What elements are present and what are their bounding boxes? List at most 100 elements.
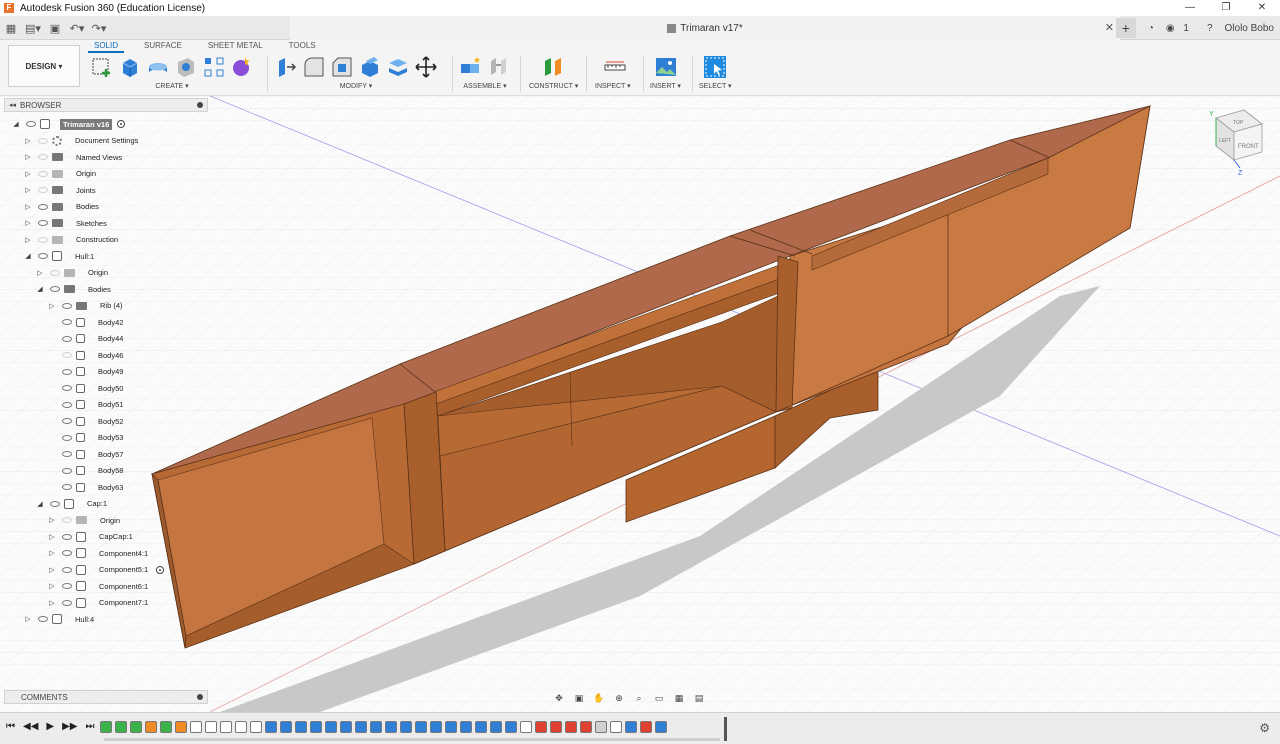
expand-triangle-icon[interactable]: ▷ [48,599,56,607]
select-tool-icon[interactable] [703,55,727,79]
visibility-eye-icon[interactable] [62,484,72,490]
visibility-eye-icon[interactable] [50,286,60,292]
assemble-menu[interactable]: ASSEMBLE ▾ [459,82,511,90]
expand-triangle-icon[interactable]: ▷ [24,615,32,623]
browser-header[interactable]: ◂◂ BROWSER [4,98,208,112]
timeline-feature-icon[interactable] [250,721,262,733]
browser-item[interactable]: ◢ Cap:1 [36,496,110,512]
visibility-eye-icon[interactable] [62,418,72,424]
insert-image-icon[interactable] [654,55,678,79]
visibility-eye-icon[interactable] [38,253,48,259]
comments-panel[interactable]: COMMENTS [4,690,208,704]
expand-triangle-icon[interactable]: ▷ [24,203,32,211]
browser-item[interactable]: ▷ Named Views [24,149,125,165]
job-status-icon[interactable]: ◔ [1148,23,1154,34]
inspect-menu[interactable]: INSPECT ▾ [595,82,631,90]
timeline-prev-icon[interactable]: ◀◀ [23,721,38,732]
expand-triangle-icon[interactable]: ▷ [48,582,56,590]
visibility-eye-icon[interactable] [62,319,72,325]
expand-triangle-icon[interactable]: ▷ [24,236,32,244]
maximize-button[interactable]: ❐ [1208,0,1244,16]
visibility-eye-icon[interactable] [62,599,72,606]
save-icon[interactable]: ▣ [44,22,66,35]
browser-item[interactable]: Body57 [48,446,126,462]
modify-menu[interactable]: MODIFY ▾ [274,82,438,90]
visibility-eye-icon[interactable] [38,187,48,193]
offset-plane-icon[interactable] [541,55,565,79]
timeline-feature-icon[interactable] [430,721,442,733]
pattern-icon[interactable] [202,55,226,79]
browser-item[interactable]: Body44 [48,331,126,347]
collapse-panel-icon[interactable]: ◂◂ [9,101,16,109]
visibility-eye-icon[interactable] [50,269,60,276]
display-settings-icon[interactable]: ▭ [652,693,666,704]
timeline-feature-icon[interactable] [580,721,592,733]
expand-triangle-icon[interactable]: ▷ [24,219,32,227]
expand-triangle-icon[interactable]: ▷ [48,302,56,310]
visibility-eye-icon[interactable] [62,583,72,589]
timeline-feature-icon[interactable] [235,721,247,733]
grid-apps-icon[interactable]: ▦ [0,22,22,35]
fillet-icon[interactable] [302,55,326,79]
timeline-feature-icon[interactable] [340,721,352,733]
visibility-eye-icon[interactable] [38,220,48,226]
timeline-feature-icon[interactable] [415,721,427,733]
visibility-eye-icon[interactable] [38,236,48,243]
browser-item[interactable]: ▷ Origin [48,512,123,528]
revolve-icon[interactable] [146,55,170,79]
expand-triangle-icon[interactable]: ▷ [48,516,56,524]
expand-triangle-icon[interactable]: ▷ [36,269,44,277]
browser-item[interactable]: ▷ Bodies [24,199,102,215]
look-at-icon[interactable]: ▣ [572,693,586,704]
visibility-eye-icon[interactable] [62,352,72,358]
tab-solid[interactable]: SOLID [88,41,125,53]
browser-item[interactable]: Body58 [48,463,126,479]
visibility-eye-icon[interactable] [62,533,72,540]
browser-item[interactable]: ▷ Origin [36,265,111,281]
expand-triangle-icon[interactable]: ▷ [24,137,32,145]
browser-item[interactable]: ▷ Sketches [24,215,110,231]
comments-pin-icon[interactable] [197,694,203,700]
expand-triangle-icon[interactable]: ▷ [24,153,32,161]
timeline-feature-icon[interactable] [190,721,202,733]
browser-item[interactable]: ◢ Trimaran v16 [12,116,126,132]
zoom-icon[interactable]: ⊕ [612,693,626,704]
timeline-start-icon[interactable]: ⏮ [6,721,15,732]
browser-item[interactable]: ▷ Construction [24,232,121,248]
visibility-eye-icon[interactable] [38,616,48,622]
create-menu[interactable]: CREATE ▾ [90,82,254,90]
extrude-icon[interactable] [118,55,142,79]
timeline-settings-icon[interactable]: ⚙ [1259,721,1270,735]
timeline-feature-icon[interactable] [445,721,457,733]
browser-item[interactable]: ▷ Hull:4 [24,611,97,627]
visibility-eye-icon[interactable] [38,203,48,210]
timeline-feature-icon[interactable] [280,721,292,733]
timeline-feature-icon[interactable] [400,721,412,733]
timeline-feature-icon[interactable] [100,721,112,733]
timeline-feature-icon[interactable] [535,721,547,733]
select-menu[interactable]: SELECT ▾ [699,82,732,90]
collapse-triangle-icon[interactable]: ◢ [36,285,44,293]
expand-triangle-icon[interactable]: ▷ [24,170,32,178]
user-name[interactable]: Ololo Bobo [1225,23,1274,34]
timeline-feature-icon[interactable] [610,721,622,733]
help-icon[interactable]: ? [1207,23,1213,34]
fit-icon[interactable]: ⌕ [632,693,646,704]
browser-item[interactable]: ▷ Origin [24,166,99,182]
grid-settings-icon[interactable]: ▦ [672,693,686,704]
browser-item[interactable]: ◢ Hull:1 [24,248,97,264]
timeline-feature-icon[interactable] [385,721,397,733]
visibility-eye-icon[interactable] [62,368,72,375]
visibility-eye-icon[interactable] [62,550,72,556]
timeline-feature-icon[interactable] [115,721,127,733]
browser-item[interactable]: Body46 [48,347,126,363]
browser-item[interactable]: ▷ CapCap:1 [48,529,136,545]
timeline-feature-icon[interactable] [505,721,517,733]
collapse-triangle-icon[interactable]: ◢ [12,120,20,128]
activate-component-icon[interactable] [156,565,165,574]
file-menu-icon[interactable]: ▤▾ [22,22,44,35]
split-body-icon[interactable] [386,55,410,79]
timeline-feature-icon[interactable] [565,721,577,733]
measure-icon[interactable] [603,55,627,79]
timeline-feature-icon[interactable] [265,721,277,733]
